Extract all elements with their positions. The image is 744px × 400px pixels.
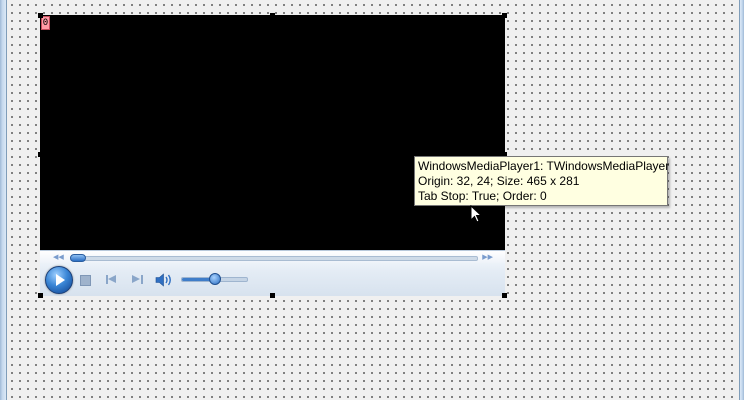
previous-track-button[interactable] xyxy=(106,274,118,285)
previous-track-arrow xyxy=(108,275,116,283)
component-hint-tooltip: WindowsMediaPlayer1: TWindowsMediaPlayer… xyxy=(414,156,670,206)
window-frame-left xyxy=(0,0,7,400)
selection-handle-top-left[interactable] xyxy=(38,13,43,18)
selection-handle-bottom-left[interactable] xyxy=(38,293,43,298)
rewind-icon[interactable]: ◀◀ xyxy=(53,253,64,261)
stop-button[interactable] xyxy=(80,275,91,286)
tooltip-line-geometry: Origin: 32, 24; Size: 465 x 281 xyxy=(418,174,580,188)
speaker-icon xyxy=(155,273,171,287)
selection-handle-bottom-center[interactable] xyxy=(270,293,275,298)
tooltip-line-tab-order: Tab Stop: True; Order: 0 xyxy=(418,189,547,203)
selection-handle-top-right[interactable] xyxy=(502,13,507,18)
seek-thumb[interactable] xyxy=(70,254,86,262)
player-controls-bar: ◀◀ ▶▶ xyxy=(40,250,505,296)
play-icon xyxy=(56,274,65,286)
seek-bar-row: ◀◀ ▶▶ xyxy=(40,251,505,263)
component-index-badge: 0 xyxy=(41,16,50,30)
next-track-button[interactable] xyxy=(131,274,143,285)
next-track-icon xyxy=(141,275,143,284)
play-button[interactable] xyxy=(45,266,73,294)
fast-forward-icon[interactable]: ▶▶ xyxy=(482,253,493,261)
selection-handle-middle-left[interactable] xyxy=(38,152,43,157)
tooltip-line-name: WindowsMediaPlayer1: TWindowsMediaPlayer xyxy=(418,159,670,173)
volume-slider-thumb[interactable] xyxy=(208,273,221,285)
window-frame-right xyxy=(739,0,744,400)
mute-button[interactable] xyxy=(155,272,173,287)
next-track-arrow xyxy=(132,275,140,283)
selection-handle-top-center[interactable] xyxy=(270,13,275,18)
arrow-cursor-icon xyxy=(470,204,483,223)
selection-handle-bottom-right[interactable] xyxy=(502,293,507,298)
seek-track[interactable] xyxy=(70,256,478,261)
